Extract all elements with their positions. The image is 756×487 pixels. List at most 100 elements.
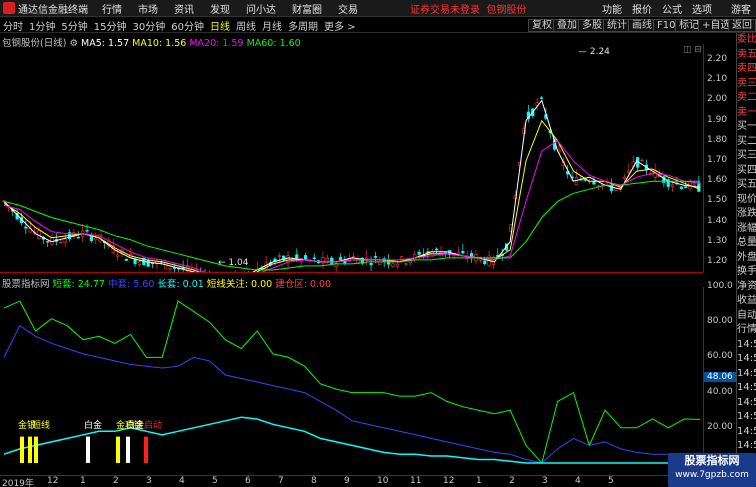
price-tick: 1.30 bbox=[707, 235, 728, 246]
sidebar-item[interactable]: 收益 bbox=[737, 294, 756, 309]
date-tick: 5 bbox=[212, 476, 218, 486]
candle-body bbox=[614, 188, 618, 192]
candle-body bbox=[395, 263, 399, 267]
sidebar-item[interactable]: 涨跌 bbox=[737, 207, 756, 222]
ma-line-ma5 bbox=[3, 99, 701, 272]
restore-rights-button[interactable]: 复权 bbox=[528, 19, 556, 32]
price-chart[interactable]: — 2.24 ← 1.04 ◫ ⊟ bbox=[0, 44, 703, 272]
watermark: 股票指标网 www.7gpzb.com bbox=[668, 453, 756, 487]
sidebar-item[interactable]: 买三 bbox=[737, 149, 756, 164]
candle-body bbox=[338, 257, 343, 260]
period-weekly[interactable]: 周线 bbox=[236, 18, 256, 33]
menu-trade[interactable]: 交易 bbox=[338, 1, 358, 16]
sidebar-item[interactable]: 涨幅 bbox=[737, 222, 756, 237]
statistics-button[interactable]: 统计 bbox=[603, 19, 631, 32]
sidebar-item[interactable]: 换手 bbox=[737, 265, 756, 280]
app-logo-icon bbox=[3, 2, 15, 14]
menu-discover[interactable]: 发现 bbox=[210, 1, 230, 16]
date-tick: 3 bbox=[542, 476, 548, 486]
period-daily[interactable]: 日线 bbox=[210, 18, 230, 33]
sidebar-item[interactable]: 买二 bbox=[737, 135, 756, 150]
sidebar-item[interactable]: 总量 bbox=[737, 236, 756, 251]
period-monthly[interactable]: 月线 bbox=[262, 18, 282, 33]
indicator-axis: 100.0 80.00 60.00 40.00 20.00 48.06 bbox=[703, 281, 737, 475]
sidebar-item[interactable]: 卖二 bbox=[737, 91, 756, 106]
signal-label: 白金 bbox=[126, 419, 144, 431]
sidebar-item[interactable]: 买四 bbox=[737, 164, 756, 179]
period-60min[interactable]: 60分钟 bbox=[171, 18, 204, 33]
menu-quotes[interactable]: 行情 bbox=[102, 1, 122, 16]
sidebar-item[interactable]: 14:5 bbox=[737, 367, 756, 382]
period-30min[interactable]: 30分钟 bbox=[132, 18, 165, 33]
sidebar-item[interactable]: 自动 bbox=[737, 309, 756, 324]
sidebar-item[interactable]: 14:5 bbox=[737, 439, 756, 454]
sidebar-item[interactable]: 买五 bbox=[737, 178, 756, 193]
date-tick: 6 bbox=[245, 476, 251, 486]
candle-body bbox=[312, 257, 316, 260]
menu-function[interactable]: 功能 bbox=[602, 1, 622, 16]
menu-news[interactable]: 资讯 bbox=[174, 1, 194, 16]
period-more[interactable]: 更多 > bbox=[324, 18, 356, 33]
multi-stock-button[interactable]: 多股 bbox=[578, 19, 606, 32]
period-5min[interactable]: 5分钟 bbox=[61, 18, 87, 33]
signal-bar bbox=[126, 436, 130, 463]
sidebar-item[interactable]: 卖一 bbox=[737, 106, 756, 121]
signal-label: 启动 bbox=[144, 419, 162, 431]
sidebar-item[interactable]: 14:5 bbox=[737, 352, 756, 367]
period-multi[interactable]: 多周期 bbox=[288, 18, 318, 33]
date-tick: 1 bbox=[476, 476, 482, 486]
date-tick: 12 bbox=[443, 476, 455, 486]
candle-body bbox=[373, 256, 378, 258]
period-tick[interactable]: 分时 bbox=[3, 18, 23, 33]
sidebar-item[interactable]: 外盘 bbox=[737, 251, 756, 266]
indicator-line-2 bbox=[3, 416, 700, 464]
menu-guest[interactable]: 游客 bbox=[731, 1, 751, 16]
sidebar-item[interactable]: 现价 bbox=[737, 193, 756, 208]
sidebar-item[interactable]: 卖三 bbox=[737, 77, 756, 92]
candle-body bbox=[124, 258, 128, 261]
date-tick: 5 bbox=[608, 476, 614, 486]
menu-ask[interactable]: 问小达 bbox=[246, 1, 276, 16]
date-tick: 4 bbox=[575, 476, 581, 486]
date-tick: 10 bbox=[377, 476, 389, 486]
menu-wealth[interactable]: 财富圈 bbox=[292, 1, 322, 16]
menu-options[interactable]: 选项 bbox=[692, 1, 712, 16]
candle-body bbox=[671, 184, 675, 187]
login-warning[interactable]: 证券交易未登录 包钢股份 bbox=[410, 1, 526, 16]
price-tick: 1.20 bbox=[707, 255, 728, 266]
sidebar-item[interactable]: 净资 bbox=[737, 280, 756, 295]
sidebar-item[interactable]: 行情 bbox=[737, 323, 756, 338]
sidebar-item[interactable]: 14:5 bbox=[737, 396, 756, 411]
sidebar-item[interactable]: 委比 bbox=[737, 33, 756, 48]
sidebar-item[interactable]: 买一 bbox=[737, 120, 756, 135]
sidebar-item[interactable]: 14:5 bbox=[737, 425, 756, 440]
candle-body bbox=[592, 181, 596, 185]
candle-body bbox=[640, 159, 644, 162]
menu-quote-price[interactable]: 报价 bbox=[632, 1, 652, 16]
indicator-tick: 40.00 bbox=[707, 386, 733, 397]
period-15min[interactable]: 15分钟 bbox=[94, 18, 127, 33]
sidebar-item[interactable]: 卖四 bbox=[737, 62, 756, 77]
candle-body bbox=[404, 263, 408, 265]
sidebar-item[interactable]: 14:5 bbox=[737, 338, 756, 353]
sidebar-item[interactable]: 14:5 bbox=[737, 381, 756, 396]
price-tick: 1.90 bbox=[707, 114, 728, 125]
draw-line-button[interactable]: 画线 bbox=[628, 19, 656, 32]
sidebar-item[interactable]: 14:5 bbox=[737, 410, 756, 425]
menu-formula[interactable]: 公式 bbox=[662, 1, 682, 16]
overlay-button[interactable]: 叠加 bbox=[553, 19, 581, 32]
watermark-title: 股票指标网 bbox=[684, 454, 740, 467]
chart-menu-icon[interactable]: ◫ ⊟ bbox=[683, 45, 702, 55]
indicator-chart[interactable]: 金银短线 白金 金项链白金 启动 bbox=[0, 287, 703, 475]
candle-body bbox=[692, 182, 697, 186]
price-tick: 1.60 bbox=[707, 175, 728, 186]
menu-market[interactable]: 市场 bbox=[138, 1, 158, 16]
date-tick: 2 bbox=[509, 476, 515, 486]
candle-body bbox=[539, 97, 544, 99]
period-toolbar: 分时 1分钟 5分钟 15分钟 30分钟 60分钟 日线 周线 月线 多周期 更… bbox=[0, 18, 756, 33]
period-1min[interactable]: 1分钟 bbox=[29, 18, 55, 33]
candle-body bbox=[413, 254, 417, 260]
date-tick: 8 bbox=[311, 476, 317, 486]
back-button[interactable]: 返回 bbox=[728, 19, 756, 32]
sidebar-item[interactable]: 卖五 bbox=[737, 48, 756, 63]
